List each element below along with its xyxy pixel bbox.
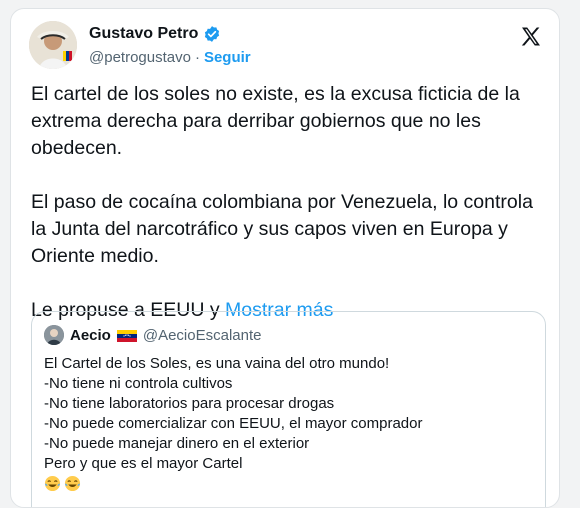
quoted-line: El Cartel de los Soles, es una vaina del… [44, 355, 390, 372]
venezuela-flag-icon [116, 329, 137, 342]
x-logo-icon[interactable] [519, 25, 543, 49]
quoted-tweet[interactable]: Aecio @AecioEscalante El Cartel de los S… [31, 311, 546, 507]
quoted-line: -No tiene laboratorios para procesar dro… [44, 395, 335, 412]
quoted-author-handle[interactable]: @AecioEscalante [143, 327, 262, 344]
author-avatar[interactable] [29, 21, 77, 69]
verified-badge-icon [203, 25, 221, 43]
laughing-tears-emoji-icon [44, 475, 61, 492]
tweet-card[interactable]: Gustavo Petro @petrogustavo · Seguir El … [10, 8, 560, 508]
quoted-author-name[interactable]: Aecio [70, 327, 111, 344]
laughing-tears-emoji-icon [64, 475, 81, 492]
follow-button[interactable]: Seguir [204, 49, 251, 66]
quoted-line: Pero y que es el mayor Cartel [44, 455, 243, 472]
tweet-paragraph: El paso de cocaína colombiana por Venezu… [31, 191, 533, 267]
tweet-paragraph: El cartel de los soles no existe, es la … [31, 83, 520, 159]
tweet-body: El cartel de los soles no existe, es la … [31, 81, 543, 324]
quoted-author-avatar[interactable] [44, 325, 64, 345]
quoted-line: -No puede manejar dinero en el exterior [44, 435, 310, 452]
quoted-line: -No puede comercializar con EEUU, el may… [44, 415, 423, 432]
quoted-tweet-body: El Cartel de los Soles, es una vaina del… [44, 354, 534, 492]
emoji-row [44, 475, 534, 492]
quoted-line: -No tiene ni controla cultivos [44, 375, 233, 392]
separator-dot: · [194, 49, 200, 66]
quoted-tweet-header: Aecio @AecioEscalante [44, 325, 261, 345]
author-handle-row: @petrogustavo · Seguir [89, 49, 251, 66]
author-name[interactable]: Gustavo Petro [89, 25, 198, 43]
author-handle[interactable]: @petrogustavo [89, 49, 191, 66]
author-name-row: Gustavo Petro [89, 25, 221, 43]
